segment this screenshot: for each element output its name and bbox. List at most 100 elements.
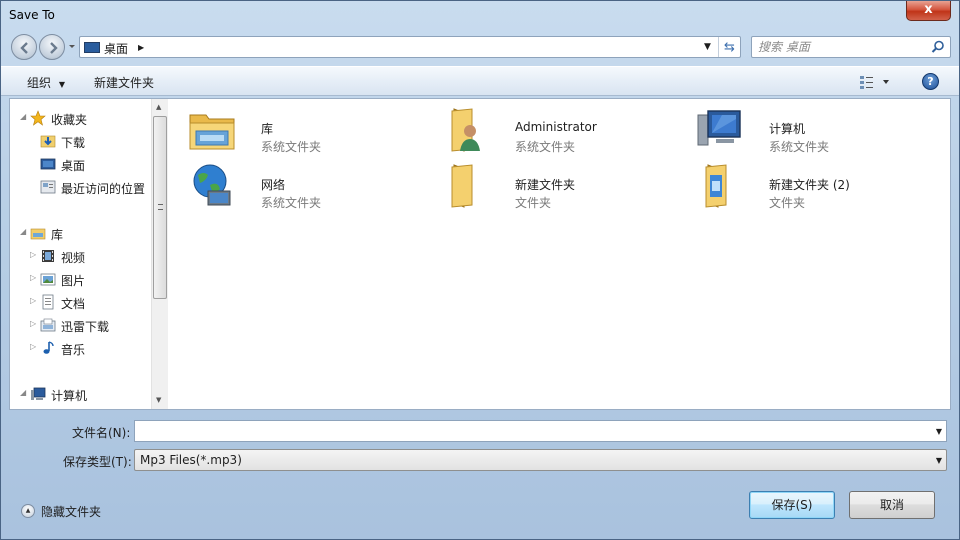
nav-label: 迅雷下载 <box>61 320 110 334</box>
nav-label: 音乐 <box>61 343 86 357</box>
collapse-icon[interactable]: ◢ <box>20 227 26 236</box>
file-type: 文件夹 <box>769 196 806 210</box>
command-bar: 组织 ▼ 新建文件夹 ? <box>1 66 959 96</box>
nav-label: 视频 <box>61 251 86 265</box>
search-icon[interactable] <box>931 40 945 54</box>
file-name: 库 <box>261 122 274 136</box>
chevron-down-icon[interactable]: ▼ <box>936 427 942 436</box>
search-box[interactable] <box>751 36 951 58</box>
file-type: 文件夹 <box>515 196 552 210</box>
window-title: Save To <box>9 8 55 22</box>
desktop-icon <box>84 42 100 53</box>
navigation-pane[interactable]: ◢ 收藏夹 下载 桌面 最近访问的位置 ◢ 库 ▷ 视频 ▷ 图片 ▷ 文档 ▷… <box>10 99 168 409</box>
expand-icon[interactable]: ▷ <box>30 250 36 259</box>
collapse-icon[interactable]: ◢ <box>20 112 26 121</box>
file-type: 系统文件夹 <box>261 140 322 154</box>
nav-label: 桌面 <box>61 159 86 173</box>
breadcrumb-arrow-icon[interactable]: ▶ <box>138 43 144 52</box>
help-icon[interactable]: ? <box>922 73 939 90</box>
hide-folders-label: 隐藏文件夹 <box>41 505 102 519</box>
download-folder-icon <box>40 135 56 148</box>
forward-arrow-icon <box>50 42 58 54</box>
title-bar: Save To x <box>1 1 959 31</box>
organize-label: 组织 <box>27 76 52 90</box>
change-view-icon[interactable] <box>859 74 893 90</box>
grip-icon <box>158 204 163 210</box>
computer-icon <box>31 387 46 400</box>
file-list[interactable]: 库 系统文件夹 Administrator 系统文件夹 计算机 系统文件夹 网络… <box>168 99 950 409</box>
close-icon: x <box>924 2 933 17</box>
forward-button[interactable] <box>39 34 65 60</box>
user-folder-icon <box>451 108 480 152</box>
expand-icon[interactable]: ▷ <box>30 273 36 282</box>
collapse-icon[interactable]: ◢ <box>20 388 26 397</box>
pictures-icon <box>40 273 56 286</box>
search-input[interactable] <box>758 39 928 55</box>
nav-label: 计算机 <box>51 389 88 403</box>
new-folder-button[interactable]: 新建文件夹 <box>94 74 154 91</box>
dialog-footer: ▲ 隐藏文件夹 保存(S) 取消 <box>1 481 959 539</box>
nav-label: 收藏夹 <box>51 113 88 127</box>
back-arrow-icon <box>20 42 28 54</box>
chevron-down-icon: ▼ <box>58 80 65 89</box>
file-item-administrator[interactable]: Administrator 系统文件夹 <box>442 105 682 157</box>
expand-icon[interactable]: ▷ <box>30 296 36 305</box>
navigation-bar: 桌面 ▶ ▼ ⇆ <box>1 31 959 63</box>
nav-label: 文档 <box>61 297 86 311</box>
back-button[interactable] <box>11 34 37 60</box>
computer-icon <box>697 110 741 146</box>
save-form: 文件名(N): ▼ 保存类型(T): Mp3 Files(*.mp3) ▼ <box>1 411 959 481</box>
organize-menu[interactable]: 组织 ▼ <box>27 74 65 91</box>
desktop-icon <box>40 158 56 170</box>
file-type: 系统文件夹 <box>261 196 322 210</box>
filetype-label: 保存类型(T): <box>63 455 132 469</box>
expand-icon[interactable]: ▷ <box>30 319 36 328</box>
network-icon <box>193 164 231 206</box>
save-button[interactable]: 保存(S) <box>749 491 835 519</box>
file-name: 计算机 <box>769 122 806 136</box>
scroll-down-icon[interactable]: ▼ <box>156 396 161 404</box>
file-item-libraries[interactable]: 库 系统文件夹 <box>188 105 428 157</box>
scrollbar-thumb[interactable] <box>153 116 167 299</box>
save-dialog: Save To x 桌面 ▶ ▼ ⇆ 组织 <box>0 0 960 540</box>
recent-locations-dropdown[interactable] <box>68 41 76 51</box>
file-name: Administrator <box>515 120 597 134</box>
expand-icon[interactable]: ▷ <box>30 342 36 351</box>
star-icon <box>30 110 46 126</box>
folder-icon <box>705 164 727 208</box>
chevron-up-icon: ▲ <box>21 504 35 518</box>
file-name: 新建文件夹 <box>515 178 576 192</box>
chevron-down-icon[interactable]: ▼ <box>936 456 942 465</box>
address-separator <box>718 37 719 57</box>
file-item-network[interactable]: 网络 系统文件夹 <box>188 161 428 213</box>
refresh-icon[interactable]: ⇆ <box>724 40 735 55</box>
close-button[interactable]: x <box>906 1 951 21</box>
thunder-download-icon <box>40 318 56 332</box>
address-bar[interactable]: 桌面 ▶ ▼ ⇆ <box>79 36 741 58</box>
cancel-button[interactable]: 取消 <box>849 491 935 519</box>
documents-icon <box>42 294 54 310</box>
file-item-new-folder-2[interactable]: 新建文件夹 (2) 文件夹 <box>696 161 936 213</box>
nav-pane-scrollbar[interactable]: ▲ ▼ <box>151 99 168 409</box>
filetype-select[interactable]: Mp3 Files(*.mp3) ▼ <box>134 449 947 471</box>
recent-places-icon <box>40 180 56 194</box>
scroll-up-icon[interactable]: ▲ <box>156 103 161 111</box>
library-icon <box>30 228 46 240</box>
file-item-new-folder[interactable]: 新建文件夹 文件夹 <box>442 161 682 213</box>
nav-label: 库 <box>51 228 64 242</box>
folder-icon <box>451 164 473 208</box>
address-dropdown-icon[interactable]: ▼ <box>704 42 711 52</box>
music-icon <box>43 341 54 354</box>
video-icon <box>42 250 54 262</box>
file-name: 新建文件夹 (2) <box>769 178 850 192</box>
filename-label: 文件名(N): <box>72 426 131 440</box>
filename-input[interactable] <box>138 423 918 439</box>
address-location[interactable]: 桌面 <box>104 40 128 57</box>
filename-combo[interactable]: ▼ <box>134 420 947 442</box>
nav-label: 最近访问的位置 <box>61 182 146 196</box>
file-type: 系统文件夹 <box>515 140 576 154</box>
file-type: 系统文件夹 <box>769 140 830 154</box>
content-area: ◢ 收藏夹 下载 桌面 最近访问的位置 ◢ 库 ▷ 视频 ▷ 图片 ▷ 文档 ▷… <box>9 98 951 410</box>
file-item-computer[interactable]: 计算机 系统文件夹 <box>696 105 936 157</box>
library-icon <box>189 114 235 150</box>
